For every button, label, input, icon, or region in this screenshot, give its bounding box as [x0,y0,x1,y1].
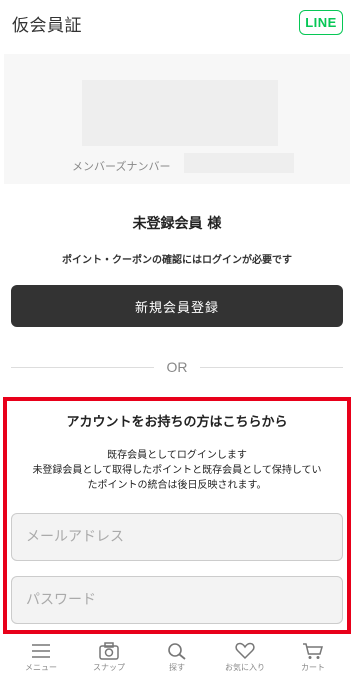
tab-label: メニュー [25,663,57,672]
tab-search[interactable]: 探す [143,636,211,673]
description-line: 既存会員としてログインします [107,450,247,461]
tab-favorites[interactable]: お気に入り [211,636,279,673]
divider-right [200,367,343,368]
email-field[interactable] [11,513,343,561]
tab-label: スナップ [93,663,125,672]
line-button[interactable]: LINE [299,10,343,35]
barcode-placeholder [82,80,278,146]
register-button[interactable]: 新規会員登録 [11,285,343,327]
header: 仮会員証 LINE [0,0,354,46]
bottom-tab-bar: メニュー スナップ 探す お気に入り カート [0,636,354,673]
tab-cart[interactable]: カート [279,636,347,673]
member-number-value [184,153,294,173]
description-line: 未登録会員として取得したポイントと既存会員として保持してい [32,465,322,476]
search-icon [168,643,186,660]
member-number-label: メンバーズナンバー [72,160,171,173]
tab-menu[interactable]: メニュー [7,636,75,673]
cart-icon [303,643,323,659]
description-line: たポイントの統合は後日反映されます。 [87,480,267,491]
member-card: メンバーズナンバー [4,54,350,184]
tab-snap[interactable]: スナップ [75,636,143,673]
login-note: ポイント・クーポンの確認にはログインが必要です [62,255,292,266]
login-section-description: 既存会員としてログインします 未登録会員として取得したポイントと既存会員として保… [12,448,342,493]
heart-icon [235,642,255,660]
camera-icon [99,642,119,660]
tab-label: カート [301,663,325,672]
guest-name: 未登録会員 様 [132,216,222,232]
page-title: 仮会員証 [12,16,82,36]
tab-label: 探す [169,663,185,672]
menu-icon [32,644,50,658]
tab-label: お気に入り [225,663,265,672]
login-section-title: アカウントをお持ちの方はこちらから [66,415,288,430]
password-field[interactable] [11,576,343,624]
